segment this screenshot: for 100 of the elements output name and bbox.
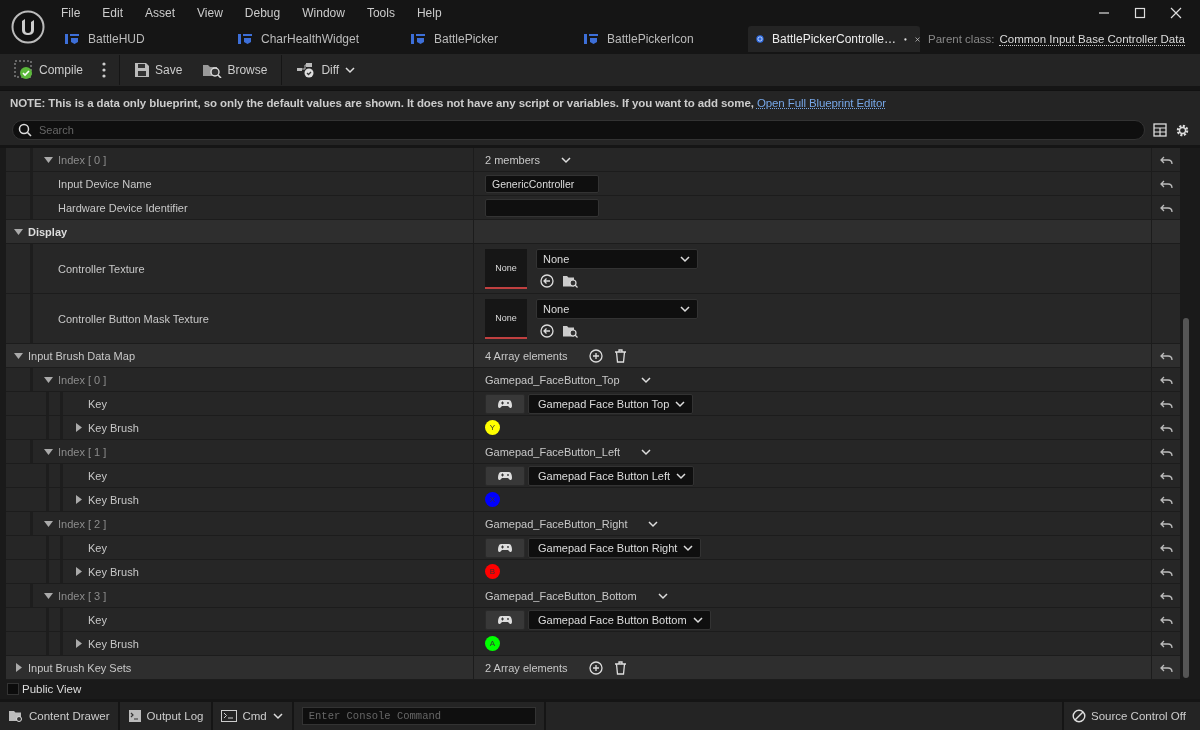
add-element-icon[interactable] bbox=[588, 660, 603, 675]
texture-thumbnail: None bbox=[485, 298, 527, 339]
menu-item[interactable]: File bbox=[56, 6, 92, 20]
value-dropdown[interactable]: Gamepad_FaceButton_Top bbox=[485, 373, 652, 386]
asset-dropdown[interactable]: None bbox=[536, 299, 698, 319]
close-icon[interactable] bbox=[1170, 7, 1182, 19]
add-element-icon[interactable] bbox=[588, 348, 603, 363]
key-dropdown[interactable]: Gamepad Face Button Left bbox=[528, 465, 695, 486]
close-icon[interactable] bbox=[914, 34, 920, 44]
reset-icon[interactable] bbox=[1159, 470, 1173, 481]
engine-logo-icon[interactable] bbox=[11, 10, 45, 44]
log-icon bbox=[127, 709, 142, 723]
category-label: Display bbox=[28, 225, 68, 238]
collapsed-arrow-icon[interactable] bbox=[74, 495, 83, 504]
reset-icon[interactable] bbox=[1159, 494, 1173, 505]
table-view-icon[interactable] bbox=[1153, 123, 1167, 137]
maximize-icon[interactable] bbox=[1134, 7, 1146, 19]
menu-item[interactable]: View bbox=[186, 6, 234, 20]
document-tab[interactable]: BattlePicker bbox=[402, 26, 575, 52]
reset-icon[interactable] bbox=[1159, 202, 1173, 213]
more-options-icon[interactable] bbox=[101, 61, 107, 79]
cmd-button[interactable]: Cmd bbox=[213, 702, 294, 730]
reset-icon[interactable] bbox=[1159, 374, 1173, 385]
key-dropdown[interactable]: Gamepad Face Button Bottom bbox=[528, 609, 711, 630]
folder-search-icon[interactable] bbox=[562, 274, 578, 288]
diff-button[interactable]: Diff bbox=[288, 58, 365, 82]
collapsed-arrow-icon[interactable] bbox=[74, 423, 83, 432]
collapsed-arrow-icon[interactable] bbox=[14, 663, 23, 672]
compile-button[interactable]: Compile bbox=[6, 56, 91, 84]
reset-icon[interactable] bbox=[1159, 178, 1173, 189]
expanded-arrow-icon[interactable] bbox=[44, 375, 53, 384]
key-dropdown[interactable]: Gamepad Face Button Right bbox=[528, 537, 702, 558]
chevron-down-icon bbox=[679, 304, 691, 314]
document-tab[interactable]: BattlePickerIcon bbox=[575, 26, 748, 52]
collapsed-arrow-icon[interactable] bbox=[74, 639, 83, 648]
browse-button[interactable]: Browse bbox=[194, 58, 276, 82]
reset-icon[interactable] bbox=[1159, 638, 1173, 649]
folder-search-icon[interactable] bbox=[562, 324, 578, 338]
output-log-button[interactable]: Output Log bbox=[119, 702, 214, 730]
cube-icon bbox=[756, 32, 764, 46]
expanded-arrow-icon[interactable] bbox=[14, 351, 23, 360]
expanded-arrow-icon[interactable] bbox=[44, 519, 53, 528]
menu-item[interactable]: Window bbox=[291, 6, 356, 20]
value-dropdown[interactable]: Gamepad_FaceButton_Left bbox=[485, 445, 653, 458]
gamepad-button[interactable] bbox=[485, 465, 525, 486]
collapsed-arrow-icon[interactable] bbox=[74, 567, 83, 576]
brush-glyph: Y bbox=[485, 420, 500, 435]
settings-icon[interactable] bbox=[1175, 122, 1190, 138]
reset-icon[interactable] bbox=[1159, 590, 1173, 601]
checkbox[interactable] bbox=[7, 682, 19, 695]
reset-icon[interactable] bbox=[1159, 422, 1173, 433]
reset-icon[interactable] bbox=[1159, 398, 1173, 409]
reset-icon[interactable] bbox=[1159, 662, 1173, 673]
text-field[interactable]: GenericController bbox=[485, 174, 599, 193]
save-button[interactable]: Save bbox=[126, 58, 191, 82]
text-field[interactable] bbox=[485, 198, 599, 217]
delete-icon[interactable] bbox=[613, 348, 627, 363]
delete-icon[interactable] bbox=[613, 660, 627, 675]
reset-icon[interactable] bbox=[1159, 566, 1173, 577]
menu-item[interactable]: Edit bbox=[91, 6, 135, 20]
use-selected-icon[interactable] bbox=[540, 274, 554, 288]
content-drawer-button[interactable]: Content Drawer bbox=[0, 702, 120, 730]
asset-dropdown[interactable]: None bbox=[536, 249, 698, 269]
search-field[interactable]: Search bbox=[12, 120, 1145, 140]
use-selected-icon[interactable] bbox=[540, 324, 554, 338]
value-dropdown[interactable]: Gamepad_FaceButton_Bottom bbox=[485, 589, 669, 602]
document-tab[interactable]: BattleHUD bbox=[56, 26, 229, 52]
document-tab[interactable]: BattlePickerControlle… bbox=[748, 26, 920, 52]
reset-icon[interactable] bbox=[1159, 154, 1173, 165]
reset-icon[interactable] bbox=[1159, 350, 1173, 361]
expanded-arrow-icon[interactable] bbox=[44, 591, 53, 600]
open-editor-link[interactable]: Open Full Blueprint Editor bbox=[756, 97, 886, 109]
texture-thumbnail: None bbox=[485, 248, 527, 289]
document-tab[interactable]: CharHealthWidget bbox=[229, 26, 402, 52]
menu-item[interactable]: Help bbox=[405, 6, 453, 20]
brush-glyph: X bbox=[485, 492, 500, 507]
expanded-arrow-icon[interactable] bbox=[44, 447, 53, 456]
reset-icon[interactable] bbox=[1159, 614, 1173, 625]
value-dropdown[interactable]: Gamepad_FaceButton_Right bbox=[485, 517, 660, 530]
gamepad-button[interactable] bbox=[485, 393, 525, 414]
key-dropdown[interactable]: Gamepad Face Button Top bbox=[528, 393, 694, 414]
reset-icon[interactable] bbox=[1159, 446, 1173, 457]
expanded-arrow-icon[interactable] bbox=[14, 227, 23, 236]
menu-item[interactable]: Debug bbox=[233, 6, 292, 20]
scrollbar-thumb[interactable] bbox=[1183, 318, 1189, 678]
console-input[interactable]: Enter Console Command bbox=[301, 707, 536, 725]
reset-icon[interactable] bbox=[1159, 518, 1173, 529]
chevron-down-icon bbox=[656, 590, 669, 601]
source-control-button[interactable]: Source Control Off bbox=[1061, 702, 1200, 730]
value-dropdown[interactable]: 2 members bbox=[485, 153, 573, 166]
parent-class-link[interactable]: Common Input Base Controller Data bbox=[999, 32, 1185, 46]
reset-icon[interactable] bbox=[1159, 542, 1173, 553]
menu-item[interactable]: Asset bbox=[134, 6, 187, 20]
expanded-arrow-icon[interactable] bbox=[44, 155, 53, 164]
property-label: Key bbox=[88, 469, 107, 482]
menu-item[interactable]: Tools bbox=[355, 6, 406, 20]
gamepad-button[interactable] bbox=[485, 537, 525, 558]
folder-icon bbox=[8, 709, 24, 723]
widget-blueprint-icon bbox=[410, 32, 426, 46]
gamepad-button[interactable] bbox=[485, 609, 525, 630]
